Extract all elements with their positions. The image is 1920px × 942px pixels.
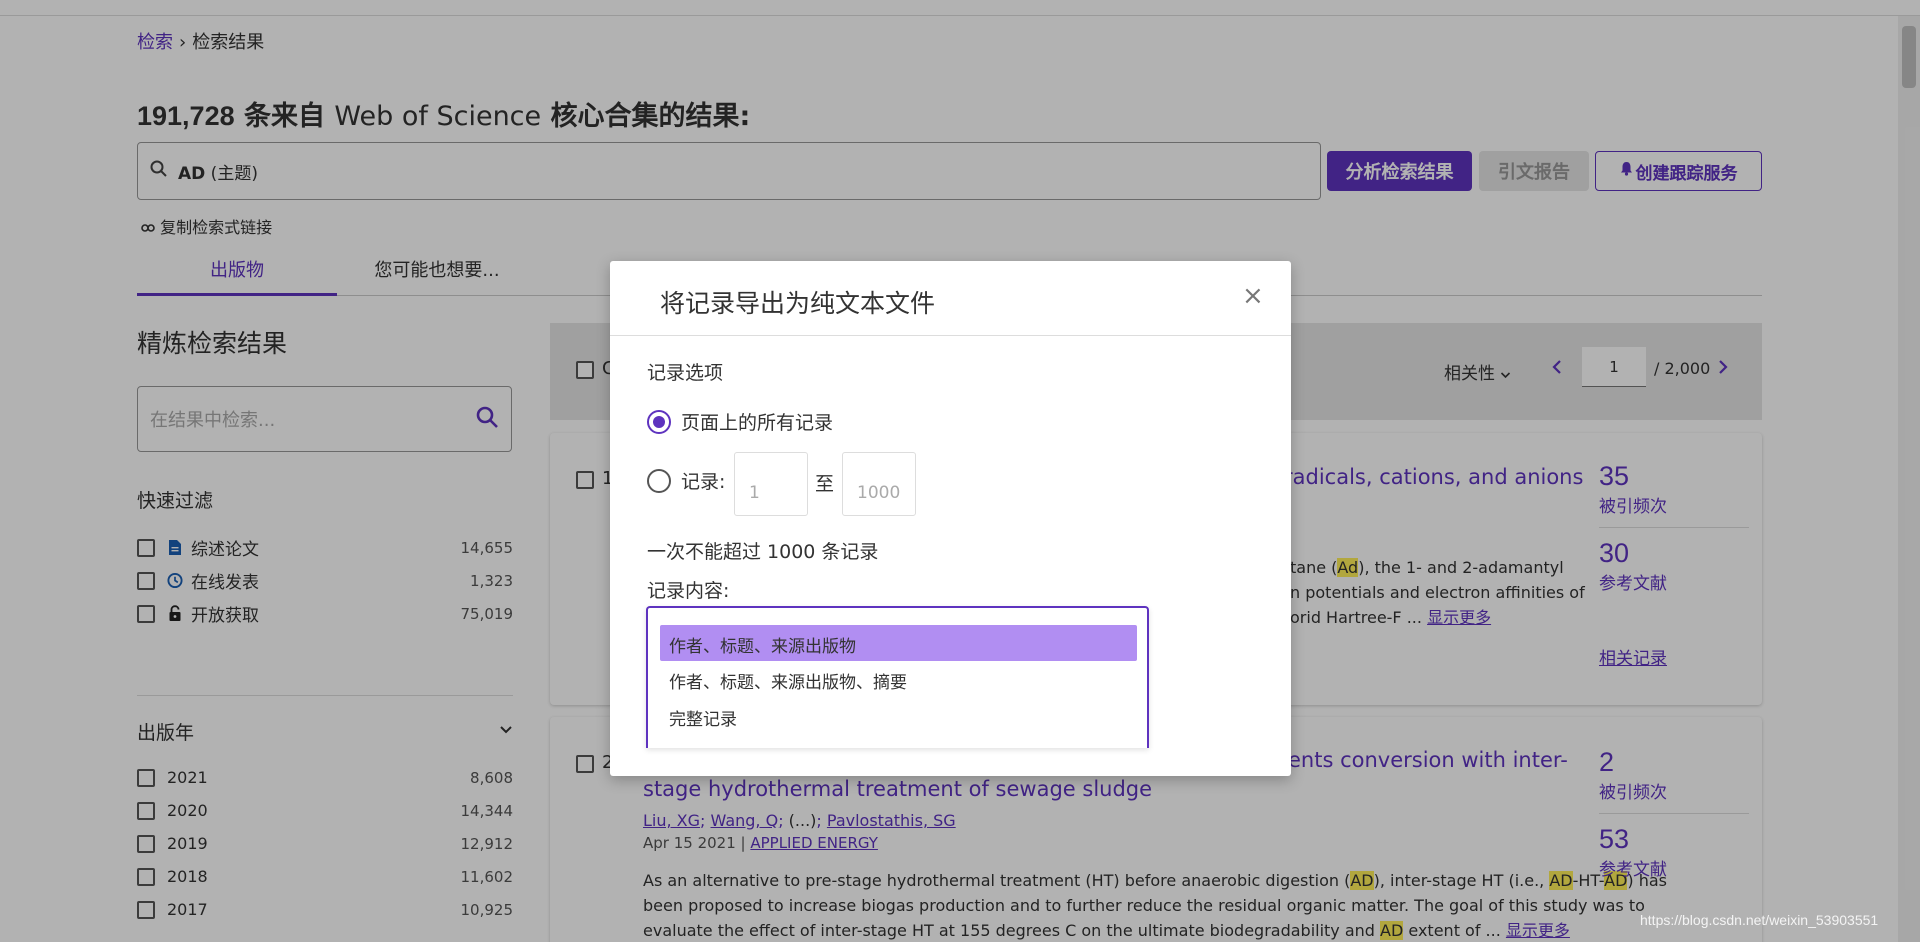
- export-dialog: 将记录导出为纯文本文件 × 记录选项 页面上的所有记录 记录: 1 至 1000…: [610, 261, 1291, 776]
- option-all-records[interactable]: 页面上的所有记录: [647, 408, 833, 435]
- export-dialog-header: 将记录导出为纯文本文件 ×: [610, 261, 1291, 336]
- option-all-records-label: 页面上的所有记录: [681, 412, 834, 434]
- record-options-title: 记录选项: [647, 362, 724, 384]
- record-content-dropdown[interactable]: 作者、标题、来源出版物 作者、标题、来源出版物、摘要 完整记录: [646, 606, 1149, 748]
- option-record-range-label: 记录:: [681, 471, 726, 493]
- radio-all-records[interactable]: [647, 409, 671, 434]
- page: 检索 › 检索结果 191,728 条来自 Web of Science 核心合集的…: [0, 0, 1920, 942]
- radio-record-range[interactable]: [647, 468, 671, 493]
- option-record-range[interactable]: 记录:: [647, 467, 725, 494]
- record-content-label: 记录内容:: [647, 580, 730, 602]
- content-option[interactable]: 完整记录: [660, 698, 1137, 734]
- content-option[interactable]: 作者、标题、来源出版物、摘要: [660, 661, 1137, 697]
- content-option-selected[interactable]: 作者、标题、来源出版物: [660, 625, 1137, 661]
- record-limit-note: 一次不能超过 1000 条记录: [647, 541, 879, 563]
- close-icon[interactable]: ×: [1242, 281, 1264, 311]
- range-to-label: 至: [815, 473, 835, 495]
- range-to-input[interactable]: 1000: [842, 452, 916, 516]
- watermark: https://blog.csdn.net/weixin_53903551: [1640, 912, 1879, 928]
- range-from-input[interactable]: 1: [734, 452, 808, 516]
- export-dialog-title: 将记录导出为纯文本文件: [660, 289, 936, 318]
